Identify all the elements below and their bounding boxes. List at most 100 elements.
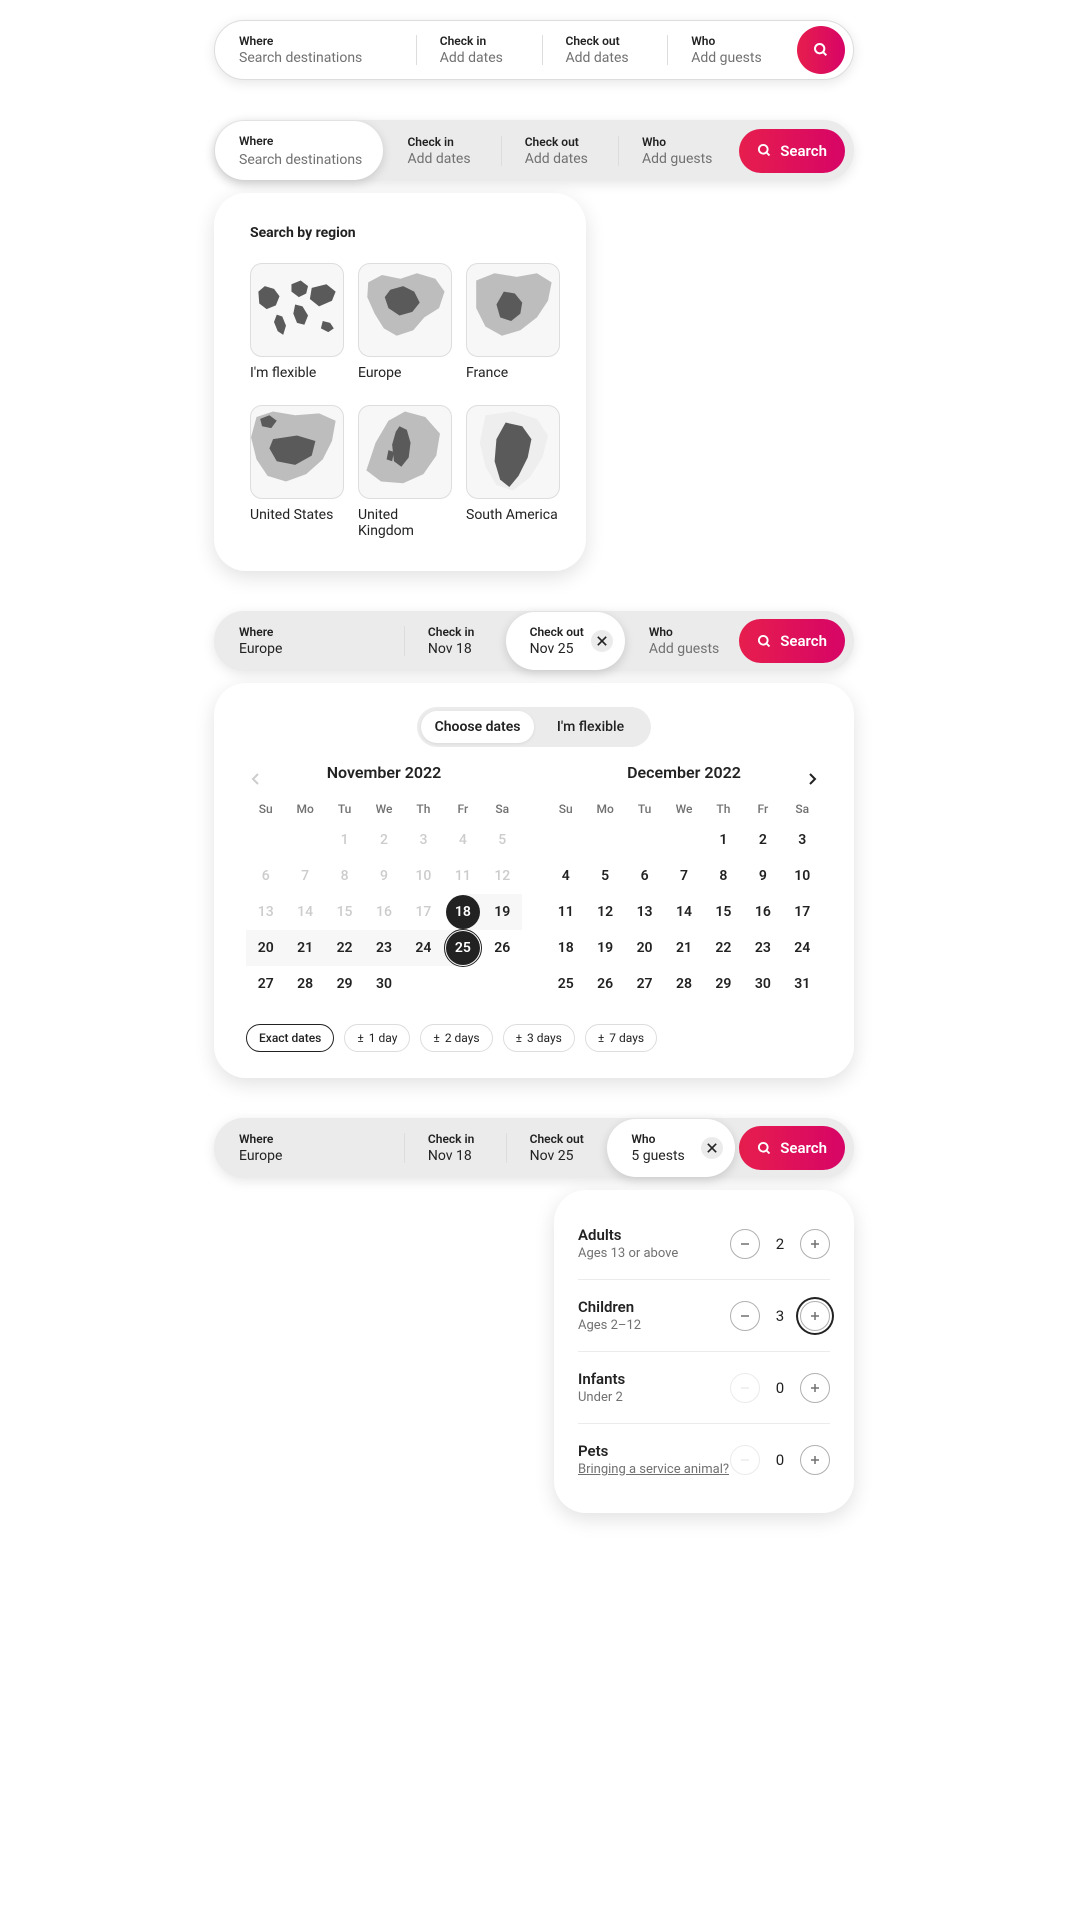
calendar-day[interactable]: 22 bbox=[704, 930, 743, 966]
calendar-day[interactable]: 21 bbox=[285, 930, 324, 966]
calendar-day[interactable]: 2 bbox=[364, 822, 403, 858]
checkin-segment[interactable]: Check in Nov 18 bbox=[404, 612, 506, 670]
increment-button[interactable] bbox=[800, 1445, 830, 1475]
who-segment[interactable]: Who 5 guests bbox=[607, 1119, 735, 1177]
calendar-day[interactable]: 9 bbox=[743, 858, 782, 894]
calendar-day[interactable]: 29 bbox=[325, 966, 364, 1002]
calendar-day[interactable]: 11 bbox=[546, 894, 585, 930]
calendar-day[interactable]: 6 bbox=[246, 858, 285, 894]
where-segment[interactable]: Where Search destinations bbox=[215, 21, 416, 79]
where-input[interactable] bbox=[239, 152, 375, 168]
increment-button[interactable] bbox=[800, 1301, 830, 1331]
calendar-day[interactable]: 30 bbox=[743, 966, 782, 1002]
calendar-day[interactable]: 9 bbox=[364, 858, 403, 894]
search-button[interactable]: Search bbox=[739, 619, 845, 663]
calendar-day[interactable]: 15 bbox=[704, 894, 743, 930]
region-card[interactable]: United States bbox=[250, 405, 344, 539]
decrement-button[interactable] bbox=[730, 1301, 760, 1331]
region-card[interactable]: Europe bbox=[358, 263, 452, 381]
calendar-day[interactable]: 20 bbox=[246, 930, 285, 966]
calendar-day[interactable]: 13 bbox=[246, 894, 285, 930]
search-button[interactable]: Search bbox=[739, 1126, 845, 1170]
calendar-day[interactable]: 19 bbox=[483, 894, 522, 930]
calendar-day[interactable]: 28 bbox=[664, 966, 703, 1002]
calendar-day[interactable]: 26 bbox=[585, 966, 624, 1002]
calendar-day[interactable]: 28 bbox=[285, 966, 324, 1002]
calendar-day[interactable]: 3 bbox=[783, 822, 822, 858]
calendar-day[interactable]: 4 bbox=[546, 858, 585, 894]
calendar-day[interactable]: 5 bbox=[585, 858, 624, 894]
calendar-day[interactable]: 17 bbox=[783, 894, 822, 930]
calendar-day[interactable]: 12 bbox=[585, 894, 624, 930]
calendar-day[interactable]: 6 bbox=[625, 858, 664, 894]
calendar-day[interactable]: 8 bbox=[325, 858, 364, 894]
calendar-day[interactable]: 24 bbox=[783, 930, 822, 966]
checkout-segment[interactable]: Check out Add dates bbox=[542, 21, 668, 79]
checkout-segment[interactable]: Check out Add dates bbox=[501, 122, 618, 180]
calendar-day[interactable]: 7 bbox=[664, 858, 703, 894]
search-button[interactable]: Search bbox=[739, 129, 845, 173]
calendar-day[interactable]: 29 bbox=[704, 966, 743, 1002]
calendar-day[interactable]: 5 bbox=[483, 822, 522, 858]
calendar-day[interactable]: 18 bbox=[546, 930, 585, 966]
date-flex-chip[interactable]: ± 2 days bbox=[420, 1024, 492, 1052]
calendar-day[interactable]: 2 bbox=[743, 822, 782, 858]
calendar-day[interactable]: 3 bbox=[404, 822, 443, 858]
who-segment[interactable]: Who Add guests bbox=[618, 122, 735, 180]
date-flex-chip[interactable]: Exact dates bbox=[246, 1024, 334, 1052]
clear-checkout-button[interactable] bbox=[591, 630, 613, 652]
checkin-segment[interactable]: Check in Add dates bbox=[416, 21, 542, 79]
region-card[interactable]: I'm flexible bbox=[250, 263, 344, 381]
calendar-day[interactable]: 13 bbox=[625, 894, 664, 930]
calendar-day[interactable]: 21 bbox=[664, 930, 703, 966]
where-segment[interactable]: Where bbox=[215, 121, 383, 180]
who-segment[interactable]: Who Add guests bbox=[667, 21, 793, 79]
date-flex-chip[interactable]: ± 3 days bbox=[503, 1024, 575, 1052]
calendar-day[interactable]: 15 bbox=[325, 894, 364, 930]
checkout-segment[interactable]: Check out Nov 25 bbox=[506, 1119, 608, 1177]
region-card[interactable]: France bbox=[466, 263, 560, 381]
increment-button[interactable] bbox=[800, 1373, 830, 1403]
calendar-day[interactable]: 23 bbox=[364, 930, 403, 966]
calendar-day[interactable]: 7 bbox=[285, 858, 324, 894]
guest-type-sub[interactable]: Bringing a service animal? bbox=[578, 1462, 729, 1477]
calendar-day[interactable]: 14 bbox=[664, 894, 703, 930]
calendar-day[interactable]: 16 bbox=[364, 894, 403, 930]
where-segment[interactable]: Where Europe bbox=[215, 612, 404, 670]
who-segment[interactable]: Who Add guests bbox=[625, 612, 735, 670]
calendar-day[interactable]: 16 bbox=[743, 894, 782, 930]
calendar-day[interactable]: 1 bbox=[704, 822, 743, 858]
calendar-day[interactable]: 4 bbox=[443, 822, 482, 858]
checkin-segment[interactable]: Check in Nov 18 bbox=[404, 1119, 506, 1177]
checkin-segment[interactable]: Check in Add dates bbox=[383, 122, 500, 180]
calendar-day[interactable]: 19 bbox=[585, 930, 624, 966]
calendar-day[interactable]: 8 bbox=[704, 858, 743, 894]
tab-flexible[interactable]: I'm flexible bbox=[534, 711, 647, 743]
calendar-day[interactable]: 20 bbox=[625, 930, 664, 966]
calendar-day[interactable]: 26 bbox=[483, 930, 522, 966]
calendar-day[interactable]: 10 bbox=[404, 858, 443, 894]
decrement-button[interactable] bbox=[730, 1229, 760, 1259]
clear-guests-button[interactable] bbox=[701, 1137, 723, 1159]
calendar-day[interactable]: 25 bbox=[546, 966, 585, 1002]
increment-button[interactable] bbox=[800, 1229, 830, 1259]
search-button[interactable] bbox=[797, 26, 845, 74]
date-flex-chip[interactable]: ± 7 days bbox=[585, 1024, 657, 1052]
calendar-day[interactable]: 31 bbox=[783, 966, 822, 1002]
region-card[interactable]: United Kingdom bbox=[358, 405, 452, 539]
calendar-day[interactable]: 1 bbox=[325, 822, 364, 858]
prev-month-button[interactable] bbox=[242, 765, 270, 793]
calendar-day[interactable]: 23 bbox=[743, 930, 782, 966]
where-segment[interactable]: Where Europe bbox=[215, 1119, 404, 1177]
calendar-day[interactable]: 11 bbox=[443, 858, 482, 894]
calendar-day[interactable]: 17 bbox=[404, 894, 443, 930]
calendar-day[interactable]: 12 bbox=[483, 858, 522, 894]
calendar-day[interactable]: 14 bbox=[285, 894, 324, 930]
calendar-day[interactable]: 30 bbox=[364, 966, 403, 1002]
next-month-button[interactable] bbox=[798, 765, 826, 793]
calendar-day[interactable]: 22 bbox=[325, 930, 364, 966]
checkout-segment[interactable]: Check out Nov 25 bbox=[506, 612, 625, 670]
calendar-day[interactable]: 25 bbox=[443, 930, 482, 966]
calendar-day[interactable]: 18 bbox=[443, 894, 482, 930]
date-flex-chip[interactable]: ± 1 day bbox=[344, 1024, 410, 1052]
